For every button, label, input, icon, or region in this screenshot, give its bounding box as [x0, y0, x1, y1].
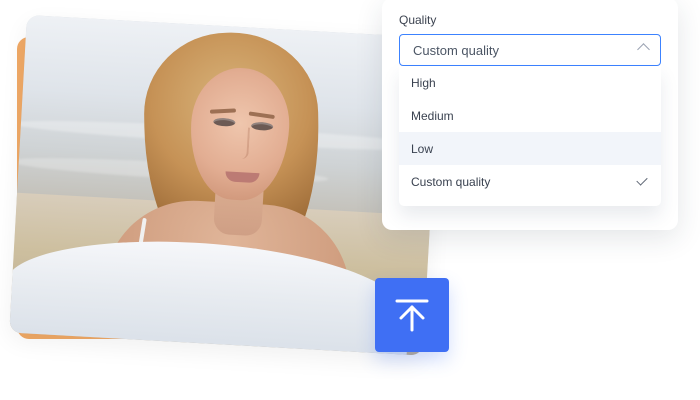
chevron-up-icon — [637, 43, 650, 56]
nose — [233, 126, 251, 160]
quality-option-high[interactable]: High — [399, 66, 661, 99]
quality-option-custom[interactable]: Custom quality — [399, 165, 661, 198]
upload-arrow-icon — [395, 299, 429, 332]
quality-option-label: Medium — [411, 108, 454, 123]
quality-option-medium[interactable]: Medium — [399, 99, 661, 132]
quality-option-label: Low — [411, 141, 434, 156]
quality-dropdown-panel: Quality Custom quality High Medium Low C… — [382, 0, 678, 230]
checkmark-icon — [636, 174, 648, 186]
quality-options-menu: High Medium Low Custom quality — [399, 66, 661, 206]
quality-upload-screen: Quality Custom quality High Medium Low C… — [0, 0, 700, 400]
quality-option-label: Custom quality — [411, 174, 491, 189]
quality-label: Quality — [399, 13, 437, 27]
quality-option-low[interactable]: Low — [399, 132, 661, 165]
quality-option-label: High — [411, 75, 436, 90]
selected-quality: Custom quality — [413, 43, 499, 58]
quality-select[interactable]: Custom quality — [399, 34, 661, 66]
upload-button[interactable] — [375, 278, 449, 352]
